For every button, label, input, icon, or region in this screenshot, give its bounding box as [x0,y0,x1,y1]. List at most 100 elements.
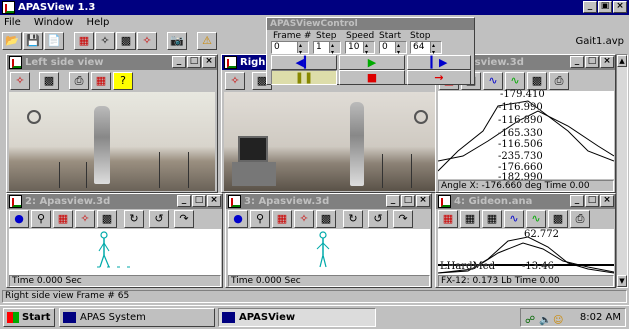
main-statusbar: Right side view Frame # 65 [2,290,627,303]
start-spinner[interactable]: 0 [379,41,407,54]
rotate-right-icon[interactable]: ↷ [393,210,413,228]
chart-icon[interactable]: ▦ [53,210,73,228]
pause-button[interactable]: ❚❚ [271,70,337,85]
globe-icon[interactable]: ● [9,210,29,228]
rotate-up-icon[interactable]: ↺ [149,210,169,228]
control-panel: APASViewControl Frame # Step Speed Start… [266,17,475,85]
minimize-icon[interactable]: _ [583,1,597,13]
app-titlebar: APASView 1.3 _ ▣ × [0,0,629,15]
close-icon[interactable]: × [600,195,614,207]
maximize-icon[interactable]: ▣ [598,1,612,13]
camera-icon[interactable]: 📷 [167,32,187,50]
grid-icon[interactable]: ▦ [460,210,480,228]
speaker-icon[interactable]: 🔈 [539,312,551,329]
maximize-icon[interactable]: □ [192,195,206,207]
export-icon[interactable]: ▦ [91,72,111,90]
gideon-titlebar: 4: Gideon.ana _ □ × [436,194,615,209]
value-label: -179.410 [500,89,545,100]
network-icon[interactable]: ☍ [525,312,535,329]
close-icon[interactable]: × [416,195,430,207]
save-icon[interactable]: 💾 [23,32,43,50]
video-icon[interactable]: ▩ [116,32,136,50]
apasview-3-toolbar: ● ⚲ ▦ ✧ ▩ ↻ ↺ ↷ [228,210,430,228]
gideon-status: FX-12: 0.173 Lb Time 0.00 [438,275,614,287]
loop-button[interactable]: → [407,70,471,85]
wave-icon[interactable]: ∿ [483,72,503,90]
table-icon[interactable]: ▦ [482,210,502,228]
minimize-icon[interactable]: _ [570,195,584,207]
print-icon[interactable]: ⎙ [69,72,89,90]
apasview-2-toolbar: ● ⚲ ▦ ✧ ▩ ↻ ↺ ↷ [9,210,221,228]
play-button[interactable]: ▶ [339,55,405,70]
new-icon[interactable]: 📄 [44,32,64,50]
rotate-up-icon[interactable]: ↺ [368,210,388,228]
start-button[interactable]: Start [3,308,55,327]
rotate-left-icon[interactable]: ↻ [124,210,144,228]
chart-icon[interactable]: ▦ [74,32,94,50]
minimize-icon[interactable]: _ [177,195,191,207]
app-icon [222,312,235,323]
print-icon[interactable]: ⎙ [549,72,569,90]
close-icon[interactable]: × [613,1,627,13]
minimize-icon[interactable]: _ [386,195,400,207]
chart-icon[interactable]: ▦ [438,210,458,228]
open-icon[interactable]: 📂 [2,32,22,50]
minimize-icon[interactable]: _ [570,56,584,68]
rotate-right-icon[interactable]: ↷ [174,210,194,228]
subject-figure [350,102,364,186]
figure-icon[interactable]: ✧ [10,72,30,90]
multiwave-icon[interactable]: ∿ [505,72,525,90]
globe-icon[interactable]: ● [228,210,248,228]
control-panel-title: APASViewControl [270,19,358,29]
view-icon[interactable]: ▩ [527,72,547,90]
view-icon[interactable]: ▩ [97,210,117,228]
stop-spinner[interactable]: 64 [410,41,442,54]
figure-icon[interactable]: ✧ [294,210,314,228]
stop-button[interactable]: ■ [339,70,405,85]
multiwave-icon[interactable]: ∿ [526,210,546,228]
view-icon[interactable]: ▩ [548,210,568,228]
figure-icon[interactable]: ✧ [225,72,245,90]
step-spinner[interactable]: 1 [313,41,341,54]
step-forward-button[interactable]: ▎▶ [407,55,471,70]
vertical-scrollbar[interactable]: ▲ ▼ [616,54,628,288]
figure-icon[interactable]: ✧ [75,210,95,228]
wave-icon[interactable]: ∿ [504,210,524,228]
maximize-icon[interactable]: □ [401,195,415,207]
view-icon[interactable]: ▩ [316,210,336,228]
zoom-icon[interactable]: ⚲ [250,210,270,228]
step-back-button[interactable]: ◀▎ [271,55,337,70]
close-icon[interactable]: × [207,195,221,207]
chart-icon[interactable]: ▦ [272,210,292,228]
view-icon[interactable]: ▩ [39,72,59,90]
menu-window[interactable]: Window [34,17,73,28]
task-apasview[interactable]: APASView [218,308,376,327]
scroll-up-icon[interactable]: ▲ [617,55,627,67]
minimize-icon[interactable]: _ [172,56,186,68]
maximize-icon[interactable]: □ [187,56,201,68]
tripod [159,152,189,188]
scroll-down-icon[interactable]: ▼ [617,275,627,287]
runner-icon[interactable]: ✧ [137,32,157,50]
app-icon [2,1,15,14]
menu-file[interactable]: File [4,17,21,28]
speed-spinner[interactable]: 10 [345,41,375,54]
user-icon[interactable]: ☺ [553,312,563,329]
clock[interactable]: 8:02 AM [580,312,621,323]
warning-icon[interactable]: ⚠ [197,32,217,50]
menu-help[interactable]: Help [87,17,110,28]
taskbar: Start APAS System APASView ☍ 🔈 ☺ 8:02 AM [0,305,629,329]
maximize-icon[interactable]: □ [585,56,599,68]
figure-icon[interactable]: ✧ [95,32,115,50]
frame-spinner[interactable]: 0 [271,41,309,54]
close-icon[interactable]: × [600,56,614,68]
header-step: Step [316,31,337,41]
help-icon[interactable]: ? [113,72,133,90]
print-icon[interactable]: ⎙ [570,210,590,228]
task-apas-system[interactable]: APAS System [59,308,215,327]
zoom-icon[interactable]: ⚲ [31,210,51,228]
rotate-left-icon[interactable]: ↻ [343,210,363,228]
left-view-titlebar: Left side view _ □ × [7,55,217,70]
close-icon[interactable]: × [202,56,216,68]
maximize-icon[interactable]: □ [585,195,599,207]
